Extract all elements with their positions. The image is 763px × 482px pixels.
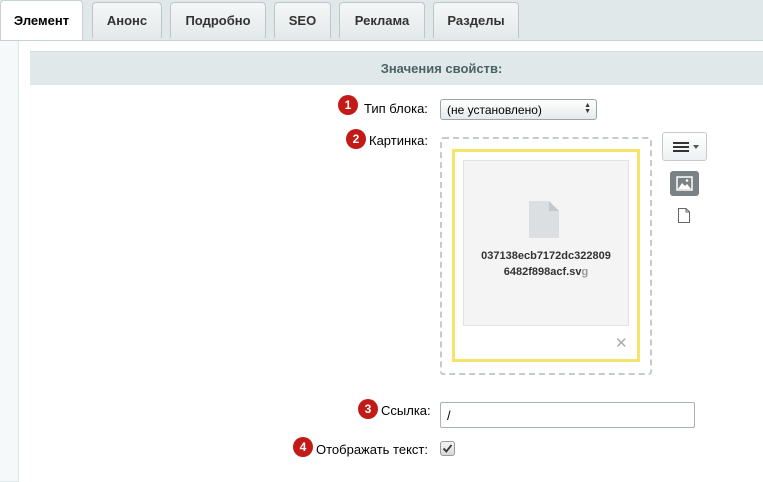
block-type-value: (не установлено) (447, 102, 542, 117)
picture-label: Картинка: (369, 133, 428, 148)
checkmark-icon (442, 444, 453, 453)
block-type-select[interactable]: (не установлено) ▲ ▼ (440, 99, 597, 120)
picture-file-name: 037138ecb7172dc322809 6482f898acf.svg (481, 250, 611, 278)
remove-picture-icon[interactable]: ✕ (615, 334, 628, 352)
tab-sections[interactable]: Разделы (433, 2, 519, 38)
tab-bar: Элемент Анонс Подробно SEO Реклама Разде… (0, 0, 763, 40)
image-mode-button[interactable] (670, 171, 699, 196)
badge-2: 2 (346, 129, 366, 149)
image-icon (676, 176, 693, 191)
picture-preview (463, 160, 629, 326)
link-input[interactable] (440, 402, 695, 428)
file-icon[interactable] (678, 208, 690, 223)
link-label: Ссылка: (381, 403, 431, 418)
block-type-label: Тип блока: (364, 101, 428, 116)
document-icon (529, 201, 559, 238)
badge-4: 4 (293, 437, 313, 457)
tab-advertising[interactable]: Реклама (339, 2, 425, 38)
tab-seo[interactable]: SEO (274, 2, 331, 38)
tab-announce[interactable]: Анонс (92, 2, 162, 38)
tab-element[interactable]: Элемент (0, 0, 83, 40)
show-text-label: Отображать текст: (316, 442, 428, 457)
badge-1: 1 (338, 95, 358, 115)
select-arrows-icon: ▲ ▼ (584, 102, 591, 115)
badge-3: 3 (358, 399, 378, 419)
tab-details[interactable]: Подробно (170, 2, 266, 38)
menu-dropdown-icon (673, 142, 699, 152)
section-title: Значения свойств: (30, 51, 763, 85)
show-text-checkbox[interactable] (440, 441, 455, 456)
picture-menu-button[interactable] (662, 132, 707, 161)
